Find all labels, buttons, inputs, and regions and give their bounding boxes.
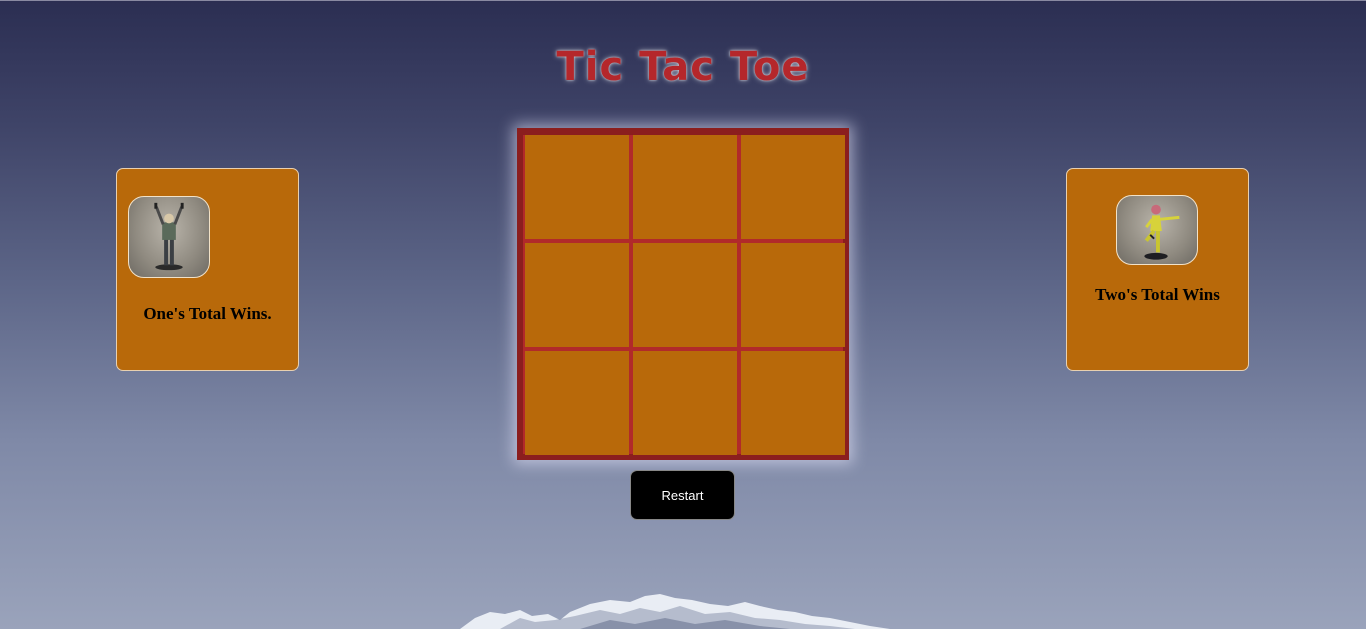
- board-cell-4[interactable]: [525, 243, 629, 347]
- player-one-avatar: [128, 196, 210, 278]
- player-one-card: One's Total Wins.: [116, 168, 299, 371]
- board-cell-3[interactable]: [741, 135, 845, 239]
- mountain-background-image: [460, 594, 890, 629]
- player-one-wins-label: One's Total Wins.: [143, 304, 272, 323]
- player-two-avatar: [1116, 195, 1198, 265]
- page-title: Tic Tac Toe: [556, 44, 810, 90]
- restart-button[interactable]: Restart: [630, 470, 735, 520]
- board-cell-5[interactable]: [633, 243, 737, 347]
- board-cell-6[interactable]: [741, 243, 845, 347]
- player-two-wins-label: Two's Total Wins: [1095, 285, 1220, 304]
- board-cell-9[interactable]: [741, 351, 845, 455]
- board-cell-8[interactable]: [633, 351, 737, 455]
- player-two-card: Two's Total Wins: [1066, 168, 1249, 371]
- game-board: [517, 128, 849, 460]
- player-two-figure-icon: [1144, 204, 1180, 260]
- board-cell-2[interactable]: [633, 135, 737, 239]
- board-cell-7[interactable]: [525, 351, 629, 455]
- player-one-figure-icon: [154, 202, 184, 271]
- board-cell-1[interactable]: [525, 135, 629, 239]
- top-border-line: [0, 0, 1366, 1]
